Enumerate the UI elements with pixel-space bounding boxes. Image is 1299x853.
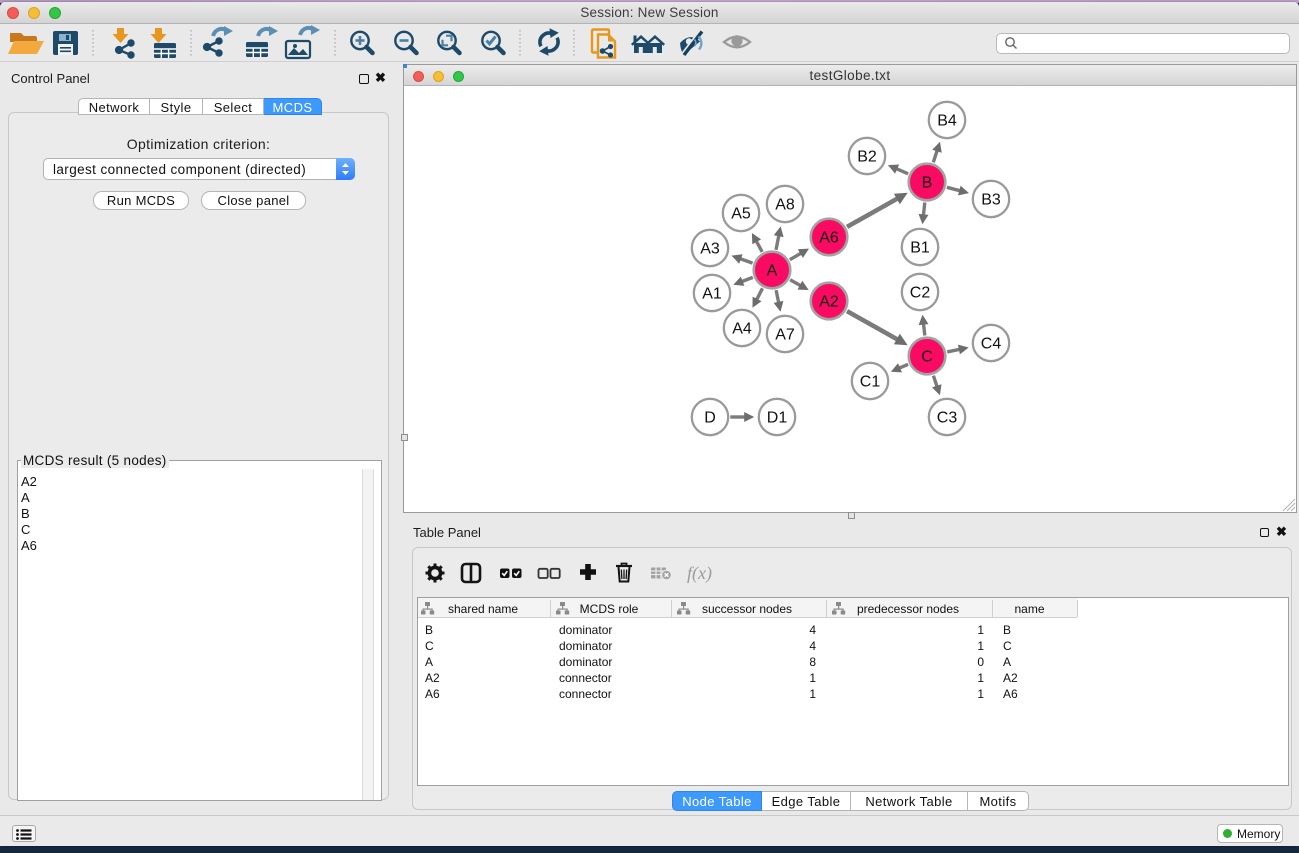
svg-text:A1: A1 bbox=[702, 286, 722, 303]
svg-text:B1: B1 bbox=[910, 240, 930, 257]
svg-text:A3: A3 bbox=[700, 241, 720, 258]
svg-text:A8: A8 bbox=[775, 197, 795, 214]
svg-text:A7: A7 bbox=[775, 327, 795, 344]
svg-text:B: B bbox=[922, 175, 933, 192]
svg-text:B3: B3 bbox=[981, 192, 1001, 209]
svg-text:A5: A5 bbox=[731, 206, 751, 223]
svg-text:D1: D1 bbox=[767, 410, 788, 427]
svg-text:C: C bbox=[921, 349, 933, 366]
svg-text:A2: A2 bbox=[819, 294, 839, 311]
svg-text:C2: C2 bbox=[910, 285, 931, 302]
svg-text:A4: A4 bbox=[732, 321, 752, 338]
svg-text:C1: C1 bbox=[860, 374, 881, 391]
svg-text:B2: B2 bbox=[857, 149, 877, 166]
svg-text:C3: C3 bbox=[937, 410, 958, 427]
svg-text:f(x): f(x) bbox=[687, 563, 712, 584]
svg-text:B4: B4 bbox=[937, 113, 957, 130]
svg-text:A: A bbox=[767, 263, 778, 280]
svg-text:C4: C4 bbox=[981, 336, 1002, 353]
svg-text:D: D bbox=[704, 410, 716, 427]
svg-text:A6: A6 bbox=[819, 230, 839, 247]
